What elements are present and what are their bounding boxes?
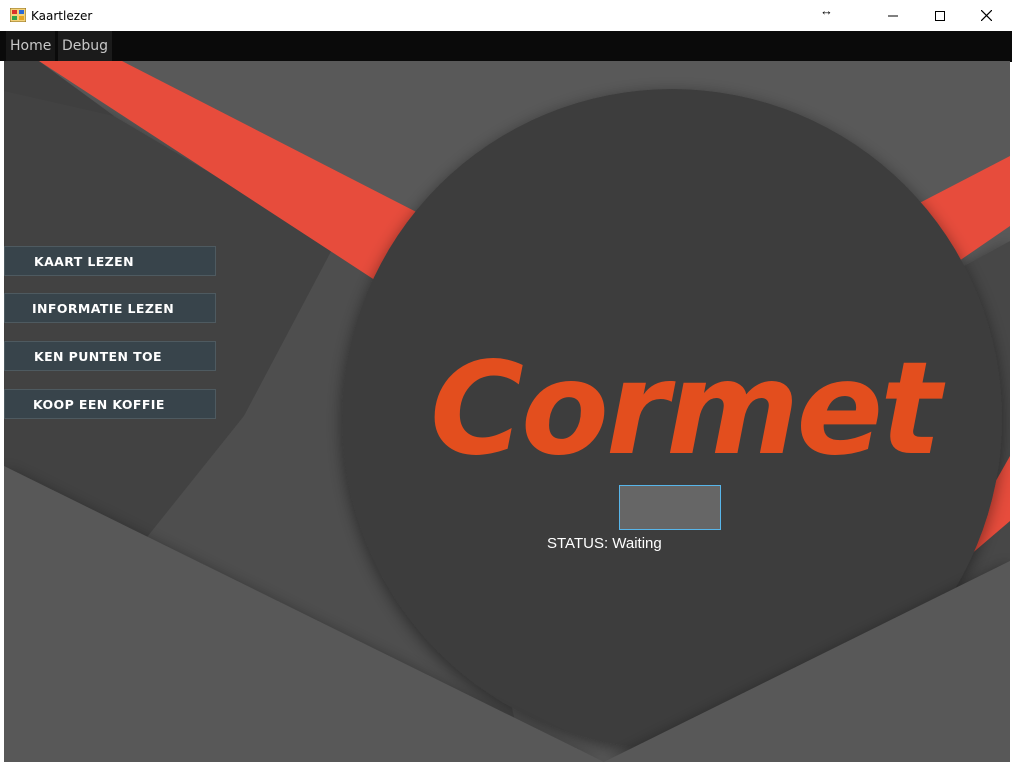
cormet-logo: Cormet xyxy=(430,335,941,484)
maximize-icon xyxy=(935,10,945,21)
minimize-button[interactable] xyxy=(870,0,916,31)
menu-item-home[interactable]: Home xyxy=(6,31,56,62)
menu-item-debug[interactable]: Debug xyxy=(58,31,112,62)
window-title: Kaartlezer xyxy=(31,9,93,23)
minimize-icon xyxy=(888,15,898,16)
informatie-lezen-label: INFORMATIE LEZEN xyxy=(32,300,175,316)
koop-een-koffie-label: KOOP EEN KOFFIE xyxy=(33,396,165,412)
kaart-lezen-button[interactable]: KAART LEZEN xyxy=(4,246,216,276)
ken-punten-toe-label: KEN PUNTEN TOE xyxy=(34,348,162,364)
app-icon xyxy=(10,8,26,22)
card-input-field[interactable] xyxy=(619,485,721,530)
close-icon xyxy=(980,10,992,21)
informatie-lezen-button[interactable]: INFORMATIE LEZEN xyxy=(4,293,216,323)
ken-punten-toe-button[interactable]: KEN PUNTEN TOE xyxy=(4,341,216,371)
menu-bar: Home Debug xyxy=(0,31,1012,62)
maximize-button[interactable] xyxy=(917,0,963,31)
koop-een-koffie-button[interactable]: KOOP EEN KOFFIE xyxy=(4,389,216,419)
status-label: STATUS: Waiting xyxy=(547,535,662,552)
close-button[interactable] xyxy=(963,0,1009,31)
resize-icon: ↔ xyxy=(820,3,833,18)
kaart-lezen-label: KAART LEZEN xyxy=(34,253,134,269)
title-bar[interactable]: Kaartlezer ↔ xyxy=(0,0,1012,31)
